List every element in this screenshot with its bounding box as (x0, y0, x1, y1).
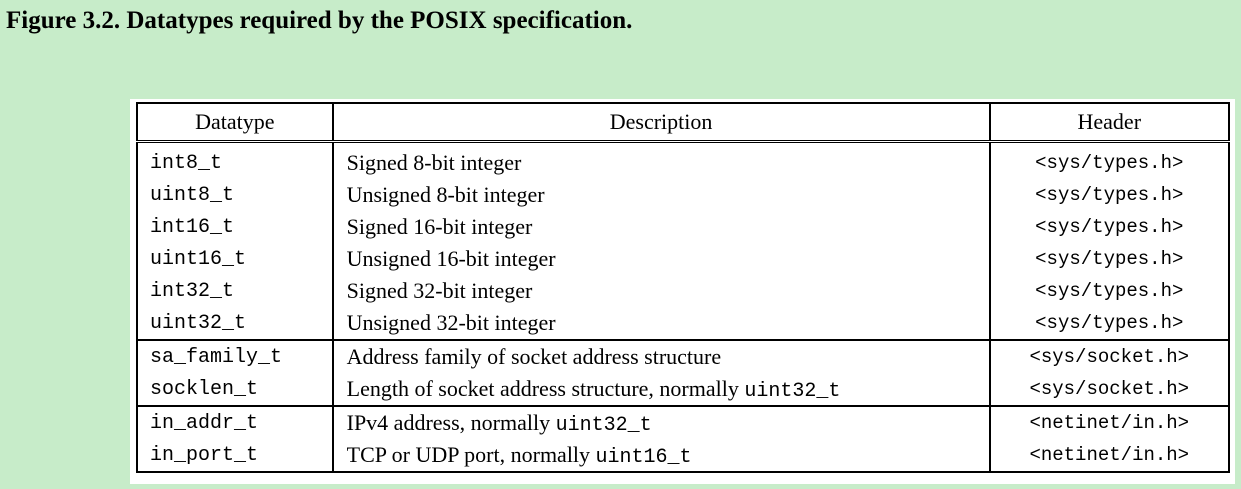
datatype-cell: sa_family_t (136, 339, 334, 373)
header-cell: <sys/socket.h> (989, 373, 1231, 406)
datatype-cell: int32_t (136, 275, 334, 307)
description-cell: Unsigned 32-bit integer (332, 307, 991, 340)
description-cell: TCP or UDP port, normally uint16_t (332, 439, 991, 473)
header-cell: <sys/types.h> (989, 211, 1231, 243)
datatype-table-container: Datatype Description Header int8_t Signe… (130, 99, 1235, 484)
description-text: Unsigned 16-bit integer (346, 245, 556, 271)
column-header-description: Description (331, 102, 990, 143)
description-cell: Signed 16-bit integer (332, 211, 991, 243)
table-row: socklen_t Length of socket address struc… (136, 373, 1231, 406)
description-text: Length of socket address structure, norm… (346, 375, 745, 401)
description-cell: Signed 32-bit integer (332, 275, 991, 307)
header-cell: <netinet/in.h> (989, 405, 1231, 439)
table-header-row: Datatype Description Header (136, 102, 1231, 143)
header-cell: <sys/socket.h> (989, 339, 1231, 373)
table-row: in_port_t TCP or UDP port, normally uint… (136, 439, 1231, 473)
description-cell: Signed 8-bit integer (332, 141, 991, 179)
header-cell: <sys/types.h> (989, 179, 1231, 211)
table-row: uint8_t Unsigned 8-bit integer <sys/type… (136, 179, 1231, 211)
header-cell: <sys/types.h> (989, 243, 1231, 275)
table-row: in_addr_t IPv4 address, normally uint32_… (136, 405, 1231, 439)
header-cell: <sys/types.h> (989, 275, 1231, 307)
datatype-cell: uint8_t (136, 179, 334, 211)
description-cell: Unsigned 16-bit integer (332, 243, 991, 275)
datatype-cell: int16_t (136, 211, 334, 243)
description-cell: Address family of socket address structu… (332, 339, 991, 373)
column-header-datatype: Datatype (136, 102, 333, 143)
description-code: uint32_t (744, 379, 841, 403)
description-text: Unsigned 8-bit integer (346, 181, 545, 207)
datatype-cell: in_addr_t (136, 405, 334, 439)
table-row: sa_family_t Address family of socket add… (136, 339, 1231, 373)
description-text: IPv4 address, normally (346, 409, 556, 435)
description-cell: Length of socket address structure, norm… (332, 373, 991, 406)
datatype-cell: uint32_t (136, 307, 334, 340)
datatype-table: Datatype Description Header int8_t Signe… (136, 102, 1231, 473)
datatype-cell: in_port_t (136, 439, 334, 473)
header-cell: <sys/types.h> (989, 141, 1231, 179)
header-cell: <sys/types.h> (989, 307, 1231, 340)
description-code: uint16_t (595, 445, 692, 469)
description-text: Signed 16-bit integer (346, 213, 533, 239)
description-code: uint32_t (555, 413, 652, 437)
table-row: int8_t Signed 8-bit integer <sys/types.h… (136, 141, 1231, 179)
description-cell: Unsigned 8-bit integer (332, 179, 991, 211)
description-cell: IPv4 address, normally uint32_t (332, 405, 991, 439)
datatype-cell: socklen_t (136, 373, 334, 406)
column-header-header: Header (988, 102, 1231, 143)
description-text: Unsigned 32-bit integer (346, 309, 556, 335)
table-row: uint32_t Unsigned 32-bit integer <sys/ty… (136, 307, 1231, 340)
description-text: TCP or UDP port, normally (346, 441, 596, 467)
description-text: Signed 32-bit integer (346, 277, 533, 303)
description-text: Address family of socket address structu… (346, 343, 722, 369)
table-row: int32_t Signed 32-bit integer <sys/types… (136, 275, 1231, 307)
datatype-cell: uint16_t (136, 243, 334, 275)
header-cell: <netinet/in.h> (989, 439, 1231, 473)
datatype-cell: int8_t (136, 141, 334, 179)
figure-caption: Figure 3.2. Datatypes required by the PO… (6, 7, 633, 34)
table-row: uint16_t Unsigned 16-bit integer <sys/ty… (136, 243, 1231, 275)
description-text: Signed 8-bit integer (346, 149, 522, 175)
table-row: int16_t Signed 16-bit integer <sys/types… (136, 211, 1231, 243)
